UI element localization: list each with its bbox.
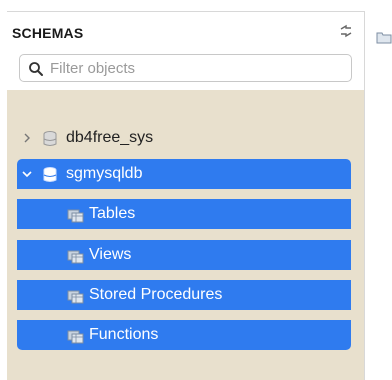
search-icon: [29, 62, 43, 76]
schemas-title: SCHEMAS: [12, 25, 84, 41]
views-folder-icon: [67, 250, 84, 264]
chevron-down-icon[interactable]: [21, 168, 33, 180]
workbench-window: SCHEMAS Filter objects db4free_sys sgmys…: [0, 0, 392, 380]
chevron-right-icon[interactable]: [21, 132, 33, 144]
tree-item-label: Functions: [89, 326, 159, 343]
filter-field[interactable]: [19, 54, 352, 82]
schema-name: db4free_sys: [66, 129, 154, 146]
schema-item-db4free_sys[interactable]: db4free_sys: [17, 123, 351, 153]
refresh-icon[interactable]: [338, 24, 354, 38]
database-icon: [43, 167, 57, 182]
tree-item-functions[interactable]: Functions: [17, 320, 351, 350]
functions-folder-icon: [67, 330, 84, 344]
schema-tree: db4free_sys sgmysqldb Tables Views Store…: [7, 90, 364, 380]
folder-icon[interactable]: [376, 30, 392, 44]
database-icon: [43, 131, 57, 146]
tree-item-label: Tables: [89, 205, 136, 222]
stored-procedures-folder-icon: [67, 290, 84, 304]
schema-item-sgmysqldb[interactable]: sgmysqldb: [17, 159, 351, 189]
tree-item-label: Stored Procedures: [89, 286, 223, 303]
tables-folder-icon: [67, 209, 84, 223]
tree-item-label: Views: [89, 246, 132, 263]
tree-item-stored-procedures[interactable]: Stored Procedures: [17, 280, 351, 310]
schemas-header: SCHEMAS: [7, 12, 364, 50]
schema-name: sgmysqldb: [66, 165, 143, 182]
filter-input[interactable]: [50, 55, 340, 81]
tree-item-tables[interactable]: Tables: [17, 199, 351, 229]
schemas-panel: SCHEMAS Filter objects db4free_sys sgmys…: [7, 11, 365, 380]
tree-item-views[interactable]: Views: [17, 240, 351, 270]
